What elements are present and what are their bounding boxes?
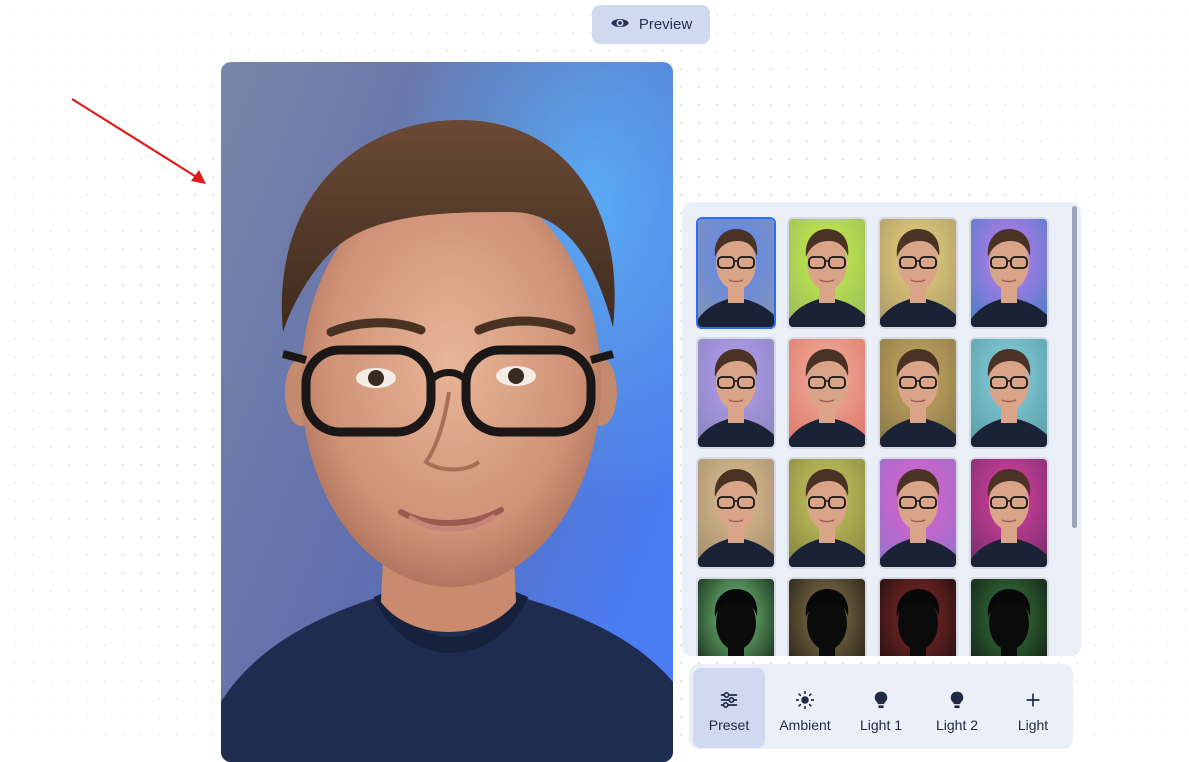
annotation-arrow [71, 98, 206, 184]
preset-thumbnail[interactable] [787, 577, 867, 656]
lightbulb-icon [950, 691, 964, 709]
tool-light-2-label: Light 2 [935, 717, 979, 733]
preset-panel [682, 202, 1081, 656]
portrait-canvas[interactable] [221, 62, 673, 762]
preset-thumbnail[interactable] [787, 217, 867, 329]
preset-thumbnail[interactable] [696, 217, 776, 329]
preset-thumbnail[interactable] [696, 577, 776, 656]
sun-icon [795, 690, 815, 710]
preset-thumbnail[interactable] [878, 457, 958, 569]
tool-light-1[interactable]: Light 1 [845, 668, 917, 748]
tool-preset-label: Preset [708, 717, 750, 733]
lighting-toolbar: Preset Ambient Light 1 Light 2 Light [689, 664, 1073, 749]
preset-thumbnail[interactable] [878, 577, 958, 656]
tool-add-light-label: Light [1017, 717, 1049, 733]
eye-icon [610, 13, 630, 37]
preset-thumbnail[interactable] [787, 457, 867, 569]
preset-thumbnail[interactable] [969, 457, 1049, 569]
preset-scrollbar[interactable] [1072, 206, 1077, 528]
plus-icon [1026, 693, 1040, 707]
sliders-icon [720, 692, 738, 708]
portrait-image [221, 62, 673, 762]
preset-thumbnail[interactable] [696, 337, 776, 449]
preset-thumbnail[interactable] [878, 217, 958, 329]
tool-ambient[interactable]: Ambient [769, 668, 841, 748]
tool-add-light[interactable]: Light [997, 668, 1069, 748]
preset-thumbnail[interactable] [878, 337, 958, 449]
tool-light-1-label: Light 1 [859, 717, 903, 733]
preview-label: Preview [638, 16, 693, 33]
lightbulb-icon [874, 691, 888, 709]
tool-ambient-label: Ambient [779, 717, 831, 733]
preset-thumbnail[interactable] [787, 337, 867, 449]
preset-thumbnail[interactable] [969, 577, 1049, 656]
preset-thumbnail[interactable] [969, 217, 1049, 329]
preset-thumbnail[interactable] [969, 337, 1049, 449]
tool-light-2[interactable]: Light 2 [921, 668, 993, 748]
preset-thumbnail[interactable] [696, 457, 776, 569]
preset-grid [696, 217, 1049, 656]
preview-button[interactable]: Preview [592, 5, 710, 44]
tool-preset[interactable]: Preset [693, 668, 765, 748]
